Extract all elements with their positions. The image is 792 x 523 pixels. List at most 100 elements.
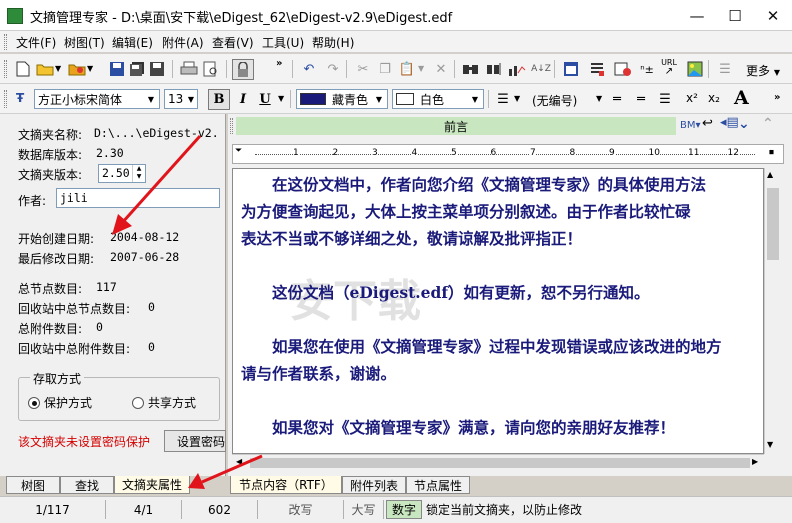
tab-node-properties[interactable]: 节点属性 (406, 476, 470, 494)
menu-help[interactable]: 帮助(H) (312, 34, 354, 51)
hscroll-thumb[interactable] (250, 458, 750, 468)
scroll-thumb[interactable] (767, 188, 779, 260)
url-icon[interactable]: URL ↗ (660, 58, 678, 77)
folder-name-label: 文摘夹名称: (18, 128, 83, 142)
insert-symbol-icon[interactable]: ⁿ± (638, 60, 656, 78)
maximize-button[interactable]: ☐ (716, 0, 754, 31)
minimize-button[interactable]: — (678, 0, 716, 31)
superscript-button[interactable]: x² (686, 91, 698, 105)
folder-version-label: 文摘夹版本: (18, 168, 83, 182)
collapse-down-icon[interactable]: ⌄ (738, 116, 750, 132)
menu-edit[interactable]: 编辑(E) (112, 34, 153, 51)
increase-indent-icon[interactable]: ═ (632, 90, 650, 108)
insert-image-icon[interactable] (686, 60, 704, 78)
horizontal-scrollbar[interactable]: ◀ ▶ (232, 454, 764, 470)
tab-search[interactable]: 查找 (60, 476, 114, 494)
tab-attachment-list[interactable]: 附件列表 (342, 476, 406, 494)
toolbar-separator (708, 60, 709, 78)
align-icon[interactable]: ☰ (716, 60, 734, 78)
menu-tree[interactable]: 树图(T) (64, 34, 105, 51)
right-indent-marker-icon[interactable]: ⏹ (769, 147, 774, 158)
save-icon[interactable] (108, 60, 126, 78)
save-as-icon[interactable] (148, 60, 166, 78)
print-preview-icon[interactable] (202, 60, 220, 78)
line-spacing-icon[interactable]: ☰ (656, 90, 674, 108)
background-color-dropdown-icon[interactable]: ▼ (468, 90, 482, 108)
menu-attachment[interactable]: 附件(A) (162, 34, 204, 51)
ruler[interactable]: ⏷ 1 2 3 4 5 6 7 8 9 10 11 12 ⏹ (232, 144, 784, 164)
decrease-indent-icon[interactable]: ═ (608, 90, 626, 108)
save-all-icon[interactable] (128, 60, 146, 78)
cut-icon[interactable]: ✂ (354, 60, 372, 78)
folder-version-spinner[interactable]: 2.50 ▲ ▼ (98, 164, 146, 183)
undo-icon[interactable]: ↶ (300, 60, 318, 78)
more-button[interactable]: 更多 ▼ (746, 62, 780, 79)
date-icon[interactable] (614, 60, 632, 78)
close-button[interactable]: ✕ (754, 0, 792, 31)
tab-tree[interactable]: 树图 (6, 476, 60, 494)
find-replace-icon[interactable] (486, 60, 504, 78)
format-overflow-icon[interactable]: » (774, 92, 780, 103)
node-title: 前言 (443, 119, 468, 134)
scroll-down-icon[interactable]: ▼ (767, 440, 773, 449)
protect-mode-radio[interactable]: 保护方式 (28, 394, 92, 411)
tab-folder-properties[interactable]: 文摘夹属性 (114, 476, 190, 494)
chart-find-icon[interactable] (508, 60, 526, 78)
italic-button[interactable]: I (234, 90, 252, 108)
status-overwrite: 改写 (258, 500, 344, 519)
menu-view[interactable]: 查看(V) (212, 34, 254, 51)
bookmark-icon[interactable]: BM▾ (680, 120, 701, 131)
document-editor[interactable]: 安下载 在这份文档中，作者向您介绍《文摘管理专家》的具体使用方法 为方便查询起见，… (232, 168, 764, 454)
menu-file[interactable]: 文件(F) (16, 34, 56, 51)
paste-dropdown-icon[interactable]: ▼ (418, 64, 424, 73)
underline-dropdown-icon[interactable]: ▼ (278, 94, 284, 103)
node-list-icon[interactable]: ◂▤ (720, 115, 739, 130)
sort-az-icon[interactable]: A↓Z (531, 60, 551, 78)
open-recent-icon[interactable] (68, 60, 86, 78)
created-date-label: 开始创建日期: (18, 232, 95, 246)
spinner-arrows-icon[interactable]: ▲ ▼ (132, 165, 145, 182)
status-bar: 1/117 4/1 602 改写 大写 数字 锁定当前文摘夹，以防止修改 (0, 496, 792, 523)
author-input[interactable]: jili (56, 188, 220, 208)
find-icon[interactable] (462, 60, 480, 78)
text-format-icon[interactable] (588, 60, 606, 78)
lock-icon[interactable] (232, 59, 254, 80)
toolbar-overflow-icon[interactable]: » (276, 58, 282, 69)
underline-button[interactable]: U (256, 90, 274, 108)
delete-icon[interactable]: ✕ (432, 60, 450, 78)
expand-up-icon[interactable]: ⌃ (762, 116, 774, 132)
paste-icon[interactable]: 📋 (398, 60, 416, 78)
subscript-button[interactable]: x₂ (708, 91, 720, 105)
redo-icon[interactable]: ↷ (324, 60, 342, 78)
font-color-dropdown-icon[interactable]: ▼ (372, 90, 386, 108)
grow-font-button[interactable]: A (734, 87, 749, 109)
open-dropdown-icon[interactable]: ▼ (55, 64, 61, 73)
vertical-scrollbar[interactable]: ▲ ▼ (764, 168, 780, 454)
scroll-up-icon[interactable]: ▲ (767, 170, 773, 179)
paragraph-align-icon[interactable]: ☰ (494, 90, 512, 108)
tab-node-content[interactable]: 节点内容（RTF） (230, 476, 342, 494)
share-mode-radio[interactable]: 共享方式 (132, 394, 196, 411)
set-password-button[interactable]: 设置密码 (164, 430, 226, 452)
scroll-left-icon[interactable]: ◀ (236, 457, 242, 466)
menu-tools[interactable]: 工具(U) (262, 34, 304, 51)
recent-dropdown-icon[interactable]: ▼ (87, 64, 93, 73)
copy-icon[interactable]: ❐ (376, 60, 394, 78)
left-indent-marker-icon[interactable]: ⏷ (235, 146, 242, 156)
numbering-dropdown-icon[interactable]: ▼ (596, 94, 602, 103)
font-name-dropdown-icon[interactable]: ▼ (144, 90, 158, 108)
font-name-select[interactable]: 方正小标宋简体 (34, 89, 160, 109)
window-icon[interactable] (562, 60, 580, 78)
db-version-label: 数据库版本: (18, 148, 83, 162)
document-line: 表达不当或不够详细之处，敬请谅解及批评指正！ (241, 229, 583, 248)
open-folder-icon[interactable] (36, 60, 54, 78)
status-caps: 大写 (344, 500, 384, 519)
scroll-right-icon[interactable]: ▶ (752, 457, 758, 466)
new-file-icon[interactable] (14, 60, 32, 78)
bold-button[interactable]: B (208, 89, 230, 110)
font-size-dropdown-icon[interactable]: ▼ (184, 90, 198, 108)
align-dropdown-icon[interactable]: ▼ (514, 94, 520, 103)
numbering-select[interactable]: (无编号) (532, 92, 577, 109)
print-icon[interactable] (180, 60, 198, 78)
back-arrow-icon[interactable]: ↩ (702, 116, 713, 131)
